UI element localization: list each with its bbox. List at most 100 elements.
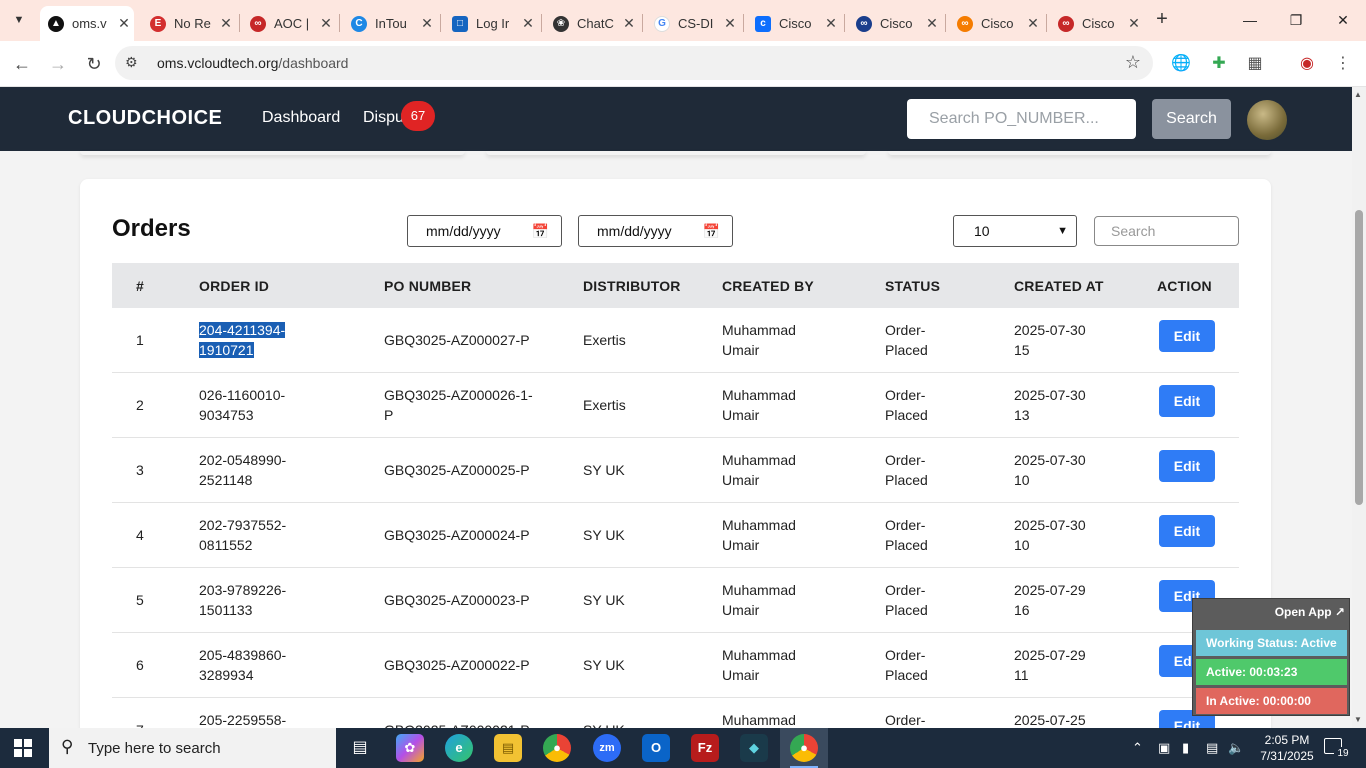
page-scrollbar[interactable]: ▲ ▼ — [1352, 87, 1366, 728]
status-cell-line: Placed — [885, 472, 928, 488]
zoom-icon[interactable]: zm — [593, 734, 621, 762]
status-cell: Order- Placed — [885, 515, 928, 555]
edit-button[interactable]: Edit — [1159, 515, 1215, 547]
order-id-cell-line: 026-1160010- — [199, 387, 286, 403]
tab-no-reply[interactable]: E No Re ✕ — [142, 6, 236, 41]
close-icon[interactable]: ✕ — [720, 15, 740, 32]
cloudchoice-logo[interactable]: CLOUDCHOICE — [68, 107, 222, 130]
calendar-icon[interactable]: 📅 — [532, 216, 549, 246]
chrome-menu-icon[interactable]: ⋮ — [1330, 51, 1356, 77]
tab-search-icon[interactable]: ▼ — [6, 8, 32, 32]
edit-button[interactable]: Edit — [1159, 450, 1215, 482]
nav-disputes[interactable]: Dispu — [363, 109, 404, 127]
forward-icon[interactable]: → — [44, 51, 72, 77]
red-envelope-icon: E — [150, 15, 166, 32]
cisco-icon: c — [755, 15, 771, 32]
tab-cs-di[interactable]: G CS-DI ✕ — [646, 6, 740, 41]
status-cell-line: Placed — [885, 537, 928, 553]
translate-icon[interactable]: 🌐 — [1168, 51, 1194, 77]
open-app-link[interactable]: Open App ↗ — [1275, 605, 1345, 619]
reload-icon[interactable]: ↻ — [80, 51, 108, 77]
scroll-down-icon[interactable]: ▼ — [1354, 715, 1362, 724]
row-number: 2 — [136, 395, 144, 415]
restore-icon[interactable]: ❐ — [1273, 6, 1319, 34]
tray-volume-icon[interactable]: 🔈 — [1228, 740, 1244, 756]
scrollbar-thumb[interactable] — [1355, 210, 1363, 505]
chrome-icon[interactable]: ● — [543, 734, 571, 762]
scroll-up-icon[interactable]: ▲ — [1354, 90, 1362, 99]
close-icon[interactable]: ✕ — [1023, 15, 1043, 32]
distributor-cell-line: Exertis — [583, 397, 626, 413]
chrome-active-app[interactable]: ● — [780, 728, 828, 768]
table-row: 7 205-2259558- GBQ3025-AZ000021-P SY UK Muha… — [112, 698, 1239, 728]
created-by-cell: Muhammad Umair — [722, 450, 796, 490]
close-icon[interactable]: ✕ — [518, 15, 538, 32]
close-icon[interactable]: ✕ — [821, 15, 841, 32]
created-by-cell: Muhammad Umair — [722, 515, 796, 555]
order-id-cell: 203-9789226- 1501133 — [199, 580, 299, 620]
table-search-input[interactable] — [1094, 216, 1239, 246]
order-id-cell: 202-7937552- 0811552 — [199, 515, 299, 555]
extensions-icon[interactable]: ▦ — [1242, 51, 1268, 77]
site-info-icon[interactable]: ⚙ — [125, 54, 138, 71]
nav-dashboard[interactable]: Dashboard — [262, 109, 340, 127]
task-view-icon[interactable]: ▤ — [346, 734, 374, 762]
file-explorer-icon[interactable]: ▤ — [494, 734, 522, 762]
po-number-search-input[interactable] — [907, 99, 1136, 139]
created-at-cell-line: 2025-07-30 — [1014, 452, 1086, 468]
copilot-icon[interactable]: ✿ — [396, 734, 424, 762]
rows-per-page-select[interactable]: 10 ▼ — [953, 215, 1077, 247]
tab-login[interactable]: □ Log Ir ✕ — [444, 6, 538, 41]
taskbar-search-box[interactable]: ⚲ Type here to search — [49, 728, 336, 768]
avatar[interactable] — [1247, 100, 1287, 140]
close-icon[interactable]: ✕ — [1124, 15, 1144, 32]
tray-network-icon[interactable]: ▤ — [1206, 740, 1218, 756]
search-button[interactable]: Search — [1152, 99, 1231, 139]
tray-battery-icon[interactable]: ▮ — [1182, 740, 1189, 756]
tab-label: CS-DI — [678, 16, 714, 31]
close-icon[interactable]: ✕ — [114, 15, 134, 32]
tab-cisco-4[interactable]: ∞ Cisco ✕ — [1050, 6, 1144, 41]
order-id-cell-line: 2521148 — [199, 472, 253, 488]
tab-oms[interactable]: ▲ oms.v ✕ — [40, 6, 134, 41]
window-close-icon[interactable]: ✕ — [1320, 6, 1366, 34]
outlook-icon[interactable]: O — [642, 734, 670, 762]
tray-app-icon[interactable]: ▣ — [1158, 740, 1170, 756]
edit-button[interactable]: Edit — [1159, 320, 1215, 352]
new-tab-icon[interactable]: + — [1150, 8, 1174, 32]
tab-intouch[interactable]: C InTou ✕ — [343, 6, 437, 41]
tab-separator — [945, 14, 946, 32]
calendar-icon[interactable]: 📅 — [703, 216, 720, 246]
bookmark-star-icon[interactable]: ☆ — [1125, 52, 1141, 73]
back-icon[interactable]: ← — [8, 51, 36, 77]
created-by-cell-line: Muhammad — [722, 582, 796, 598]
address-bar[interactable]: ⚙ oms.vcloudtech.org/dashboard ☆ — [115, 46, 1153, 80]
tray-chevron-up-icon[interactable]: ⌃ — [1132, 740, 1143, 756]
edge-icon[interactable]: e — [445, 734, 473, 762]
row-number-line: 5 — [136, 592, 144, 608]
extension-puzzle-plus-icon[interactable]: ✚ — [1206, 51, 1232, 77]
tab-cisco-3[interactable]: ∞ Cisco ✕ — [949, 6, 1043, 41]
vscode-like-icon[interactable]: ◆ — [740, 734, 768, 762]
tab-cisco-2[interactable]: ∞ Cisco ✕ — [848, 6, 942, 41]
close-icon[interactable]: ✕ — [316, 15, 336, 32]
tab-cisco-1[interactable]: c Cisco ✕ — [747, 6, 841, 41]
date-to-input[interactable]: mm/dd/yyyy 📅 — [578, 215, 733, 247]
created-at-cell-line: 10 — [1014, 537, 1030, 553]
created-at-cell-line: 16 — [1014, 602, 1030, 618]
taskbar-clock[interactable]: 2:05 PM 7/31/2025 — [1254, 732, 1320, 764]
edit-button[interactable]: Edit — [1159, 385, 1215, 417]
close-icon[interactable]: ✕ — [216, 15, 236, 32]
minimize-icon[interactable]: — — [1227, 6, 1273, 34]
windows-start-icon[interactable] — [14, 739, 32, 757]
close-icon[interactable]: ✕ — [922, 15, 942, 32]
close-icon[interactable]: ✕ — [619, 15, 639, 32]
tab-aoc[interactable]: ∞ AOC | ✕ — [242, 6, 336, 41]
close-icon[interactable]: ✕ — [417, 15, 437, 32]
filezilla-icon[interactable]: Fz — [691, 734, 719, 762]
url-text[interactable]: oms.vcloudtech.org/dashboard — [157, 55, 348, 71]
tab-chatgpt[interactable]: ❀ ChatC ✕ — [545, 6, 639, 41]
date-from-input[interactable]: mm/dd/yyyy 📅 — [407, 215, 562, 247]
profile-icon[interactable]: ◉ — [1294, 51, 1320, 77]
google-icon: G — [654, 15, 670, 32]
